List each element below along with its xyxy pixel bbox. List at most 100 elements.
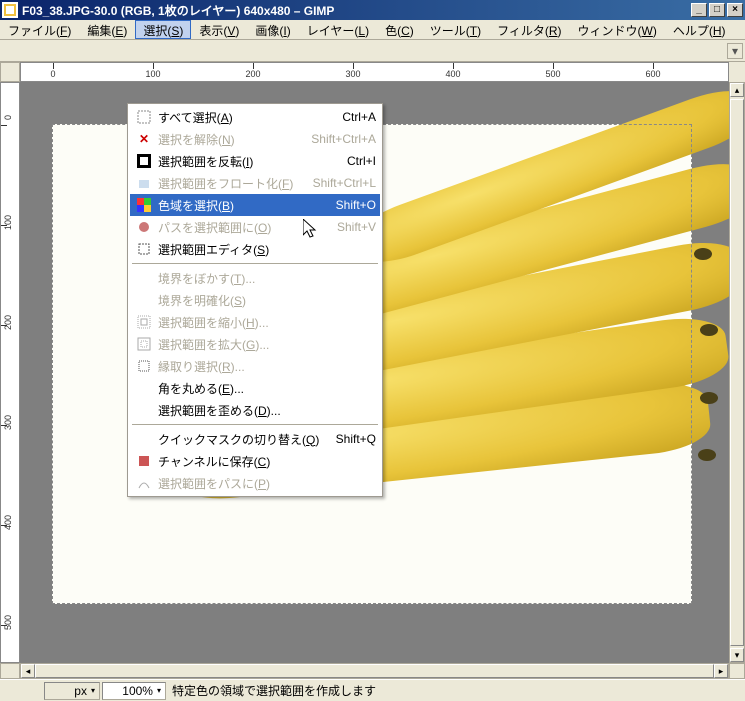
select-menu-dropdown: すべて選択(A)Ctrl+A ✕選択を解除(N) Shift+Ctrl+A 選択範囲を… — [127, 103, 383, 497]
menu-separator — [132, 424, 378, 425]
shrink-icon — [134, 314, 154, 330]
menu-編集[interactable]: 編集(E) — [79, 20, 135, 39]
menuitem-チャンネルに保存[interactable]: チャンネルに保存(C) — [130, 450, 380, 472]
menuitem-選択範囲を反転[interactable]: 選択範囲を反転(I) Ctrl+I — [130, 150, 380, 172]
menuitem-label: パスを選択範囲に(O) — [158, 219, 329, 236]
menuitem-選択範囲を歪める[interactable]: 選択範囲を歪める(D)... — [130, 399, 380, 421]
menuitem-角を丸める[interactable]: 角を丸める(E)... — [130, 377, 380, 399]
image-content — [700, 392, 718, 404]
scroll-thumb-h[interactable] — [35, 664, 714, 678]
menuitem-選択範囲を拡大: 選択範囲を拡大(G)... — [130, 333, 380, 355]
close-button[interactable]: × — [727, 3, 743, 17]
zoom-value: 100% — [122, 684, 153, 698]
workspace: 0100200300400500600 0100200300400500 ▴ ▾… — [0, 62, 745, 679]
menuitem-accelerator: Shift+Ctrl+A — [311, 132, 376, 146]
border-icon — [134, 358, 154, 374]
path-icon — [134, 219, 154, 235]
x-icon: ✕ — [134, 131, 154, 147]
chevron-down-icon: ▾ — [157, 686, 161, 695]
scroll-down-button[interactable]: ▾ — [730, 648, 744, 662]
select-all-icon — [134, 109, 154, 125]
image-content — [700, 324, 718, 336]
menuitem-accelerator: Shift+O — [336, 198, 376, 212]
scroll-track-h[interactable] — [35, 664, 714, 678]
menuitem-パスを選択範囲に: パスを選択範囲に(O) Shift+V — [130, 216, 380, 238]
menuitem-label: 角を丸める(E)... — [158, 380, 368, 397]
color-icon — [134, 197, 154, 213]
menu-separator — [132, 263, 378, 264]
menuitem-境界をぼかす: 境界をぼかす(T)... — [130, 267, 380, 289]
menuitem-accelerator: Ctrl+I — [347, 154, 376, 168]
scroll-up-button[interactable]: ▴ — [730, 83, 744, 97]
blank-icon — [134, 431, 154, 447]
app-icon — [2, 2, 18, 18]
menuitem-選択範囲をパスに: 選択範囲をパスに(P) — [130, 472, 380, 494]
menuitem-label: 選択範囲を拡大(G)... — [158, 336, 368, 353]
chevron-down-icon: ▾ — [91, 686, 95, 695]
ruler-horizontal[interactable]: 0100200300400500600 — [20, 62, 729, 82]
status-message: 特定色の領域で選択範囲を作成します — [168, 682, 743, 700]
menuitem-label: 縁取り選択(R)... — [158, 358, 368, 375]
menu-フィルタ[interactable]: フィルタ(R) — [489, 20, 569, 39]
menuitem-選択を解除: ✕選択を解除(N) Shift+Ctrl+A — [130, 128, 380, 150]
image-content — [698, 449, 716, 461]
tool-strip: ▾ — [0, 40, 745, 62]
scroll-left-button[interactable]: ◂ — [21, 664, 35, 678]
menuitem-クイックマスクの切り替え[interactable]: クイックマスクの切り替え(Q)Shift+Q — [130, 428, 380, 450]
menu-色[interactable]: 色(C) — [377, 20, 422, 39]
expand-toolbar-icon[interactable]: ▾ — [727, 43, 743, 59]
unit-label: px — [74, 684, 87, 698]
menuitem-accelerator: Shift+Q — [336, 432, 376, 446]
status-bar: px ▾ 100% ▾ 特定色の領域で選択範囲を作成します — [0, 679, 745, 701]
menu-選択[interactable]: 選択(S) — [135, 20, 191, 39]
maximize-button[interactable]: □ — [709, 3, 725, 17]
channel-icon — [134, 453, 154, 469]
zoom-field[interactable]: 100% ▾ — [102, 682, 166, 700]
scroll-thumb-v[interactable] — [730, 99, 744, 646]
quickmask-toggle[interactable] — [0, 663, 20, 679]
float-icon — [134, 175, 154, 191]
image-content — [694, 248, 712, 260]
menuitem-accelerator: Shift+V — [337, 220, 376, 234]
menuitem-縁取り選択: 縁取り選択(R)... — [130, 355, 380, 377]
menu-画像[interactable]: 画像(I) — [247, 20, 298, 39]
editor-icon — [134, 241, 154, 257]
topath-icon — [134, 475, 154, 491]
ruler-vertical[interactable]: 0100200300400500 — [0, 82, 20, 663]
menuitem-選択範囲エディタ[interactable]: 選択範囲エディタ(S) — [130, 238, 380, 260]
ruler-origin-box[interactable] — [0, 62, 20, 82]
blank-icon — [134, 380, 154, 396]
menuitem-label: チャンネルに保存(C) — [158, 453, 368, 470]
menuitem-label: 境界をぼかす(T)... — [158, 270, 368, 287]
scroll-right-button[interactable]: ▸ — [714, 664, 728, 678]
blank-icon — [134, 270, 154, 286]
scrollbar-horizontal[interactable]: ◂ ▸ — [20, 663, 729, 679]
scrollbar-vertical[interactable]: ▴ ▾ — [729, 82, 745, 663]
unit-selector[interactable]: px ▾ — [44, 682, 100, 700]
menu-表示[interactable]: 表示(V) — [191, 20, 247, 39]
menuitem-label: 選択範囲を縮小(H)... — [158, 314, 368, 331]
menuitem-label: 選択範囲をパスに(P) — [158, 475, 368, 492]
menu-ウィンドウ[interactable]: ウィンドウ(W) — [570, 20, 665, 39]
blank-icon — [134, 402, 154, 418]
invert-icon — [134, 153, 154, 169]
menu-ツール[interactable]: ツール(T) — [422, 20, 489, 39]
menuitem-境界を明確化: 境界を明確化(S) — [130, 289, 380, 311]
grow-icon — [134, 336, 154, 352]
menu-ファイル[interactable]: ファイル(F) — [0, 20, 79, 39]
menuitem-色域を選択[interactable]: 色域を選択(B) Shift+O — [130, 194, 380, 216]
menu-bar: ファイル(F)編集(E)選択(S)表示(V)画像(I)レイヤー(L)色(C)ツー… — [0, 20, 745, 40]
window-title: F03_38.JPG-30.0 (RGB, 1枚のレイヤー) 640x480 –… — [22, 2, 689, 19]
menuitem-label: 選択を解除(N) — [158, 131, 303, 148]
menu-ヘルプ[interactable]: ヘルプ(H) — [665, 20, 734, 39]
navigation-button[interactable] — [729, 663, 745, 679]
menuitem-label: 色域を選択(B) — [158, 197, 328, 214]
menuitem-accelerator: Ctrl+A — [342, 110, 376, 124]
menuitem-すべて選択[interactable]: すべて選択(A)Ctrl+A — [130, 106, 380, 128]
menuitem-label: 選択範囲を反転(I) — [158, 153, 339, 170]
title-bar: F03_38.JPG-30.0 (RGB, 1枚のレイヤー) 640x480 –… — [0, 0, 745, 20]
menuitem-label: 選択範囲をフロート化(F) — [158, 175, 305, 192]
minimize-button[interactable]: _ — [691, 3, 707, 17]
blank-icon — [134, 292, 154, 308]
menu-レイヤー[interactable]: レイヤー(L) — [299, 20, 377, 39]
